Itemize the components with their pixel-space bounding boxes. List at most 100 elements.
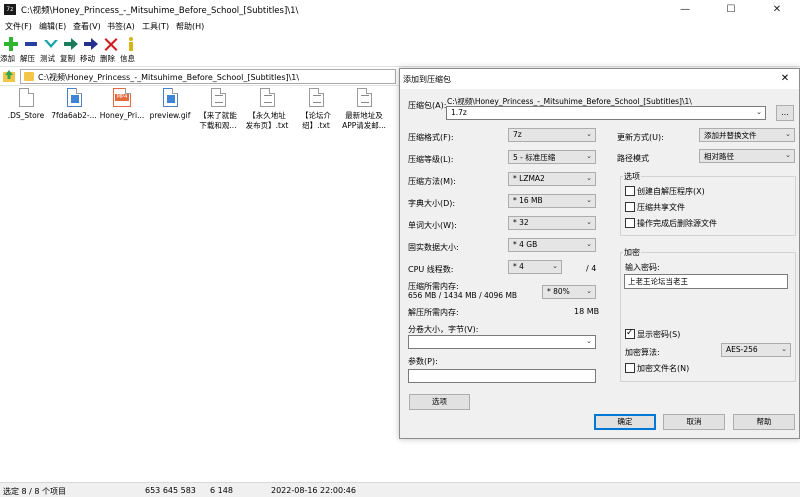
menu-view[interactable]: 查看(V) xyxy=(73,21,101,32)
create-sfx-checkbox[interactable]: 创建自解压程序(X) xyxy=(625,186,705,197)
method-select[interactable]: * LZMA2 ⌄ xyxy=(508,172,596,186)
add-icon xyxy=(0,36,22,52)
checkbox-box xyxy=(625,218,635,228)
delete-button[interactable]: 删除 xyxy=(100,36,122,63)
menu-tools[interactable]: 工具(T) xyxy=(142,21,169,32)
word-size-label: 单词大小(W): xyxy=(408,221,457,230)
level-select[interactable]: 5 - 标准压缩 ⌄ xyxy=(508,150,596,164)
method-label: 压缩方法(M): xyxy=(408,177,456,186)
info-button[interactable]: 信息 xyxy=(120,36,142,63)
add-button[interactable]: 添加 xyxy=(0,36,22,63)
path-mode-select[interactable]: 相对路径 ⌄ xyxy=(699,149,795,163)
folder-icon xyxy=(24,72,34,81)
status-size: 653 645 583 xyxy=(145,486,196,495)
encrypt-names-checkbox[interactable]: 加密文件名(N) xyxy=(625,363,689,374)
show-password-label: 显示密码(S) xyxy=(637,330,681,339)
title-bar: 7z C:\视频\Honey_Princess_-_Mitsuhime_Befo… xyxy=(0,0,800,20)
dictionary-select[interactable]: * 16 MB ⌄ xyxy=(508,194,596,208)
maximize-button[interactable]: ☐ xyxy=(708,0,754,20)
update-mode-label: 更新方式(U): xyxy=(617,133,664,142)
file-item[interactable]: MP4 Honey_Pri... xyxy=(98,86,146,121)
update-mode-value: 添加并替换文件 xyxy=(704,131,757,140)
solid-size-label: 固实数据大小: xyxy=(408,243,459,252)
create-sfx-label: 创建自解压程序(X) xyxy=(637,187,705,196)
dialog-close-button[interactable]: ✕ xyxy=(771,69,799,89)
text-file-icon xyxy=(259,88,275,107)
delete-after-checkbox[interactable]: 操作完成后删除源文件 xyxy=(625,218,717,229)
up-folder-icon[interactable] xyxy=(2,69,16,83)
file-item[interactable]: 【永久地址 发布页】.txt xyxy=(243,86,291,131)
parameters-input[interactable] xyxy=(408,369,596,383)
image-file-icon xyxy=(162,88,178,107)
menu-help[interactable]: 帮助(H) xyxy=(176,21,204,32)
chevron-down-icon: ⌄ xyxy=(586,218,592,226)
close-button[interactable]: ✕ xyxy=(754,0,800,20)
cpu-threads-total: / 4 xyxy=(586,264,597,273)
parameters-label: 参数(P): xyxy=(408,357,438,366)
status-packed: 6 148 xyxy=(210,486,233,495)
cpu-threads-select[interactable]: * 4 ⌄ xyxy=(508,260,562,274)
encryption-method-select[interactable]: AES-256 ⌄ xyxy=(721,343,791,357)
file-item[interactable]: 【论坛介 绍】.txt xyxy=(292,86,340,131)
status-selection: 选定 8 / 8 个项目 xyxy=(3,487,67,496)
encryption-group-title: 加密 xyxy=(623,247,641,258)
menu-file[interactable]: 文件(F) xyxy=(5,21,32,32)
move-icon xyxy=(80,36,102,52)
menu-bar: 文件(F) 编辑(E) 查看(V) 书签(A) 工具(T) 帮助(H) xyxy=(0,20,800,35)
dictionary-value: * 16 MB xyxy=(513,196,543,205)
password-input[interactable]: 上老王论坛当老王 xyxy=(624,274,788,289)
checkbox-checked xyxy=(625,328,635,339)
format-value: 7z xyxy=(513,130,522,139)
video-file-icon: MP4 xyxy=(113,88,131,107)
cancel-button[interactable]: 取消 xyxy=(663,414,725,430)
chevron-down-icon: ⌄ xyxy=(586,196,592,204)
help-button[interactable]: 帮助 xyxy=(733,414,795,430)
word-size-select[interactable]: * 32 ⌄ xyxy=(508,216,596,230)
address-input[interactable]: C:\视频\Honey_Princess_-_Mitsuhime_Before_… xyxy=(20,69,396,84)
copy-button[interactable]: 复制 xyxy=(60,36,82,63)
file-name: preview.gif xyxy=(149,111,191,120)
split-size-combo[interactable]: ⌄ xyxy=(408,335,596,349)
text-file-icon xyxy=(210,88,226,107)
extract-button[interactable]: 解压 xyxy=(20,36,42,63)
minimize-button[interactable]: — xyxy=(662,0,708,20)
path-mode-value: 相对路径 xyxy=(704,152,734,161)
file-item[interactable]: .DS_Store xyxy=(2,86,50,121)
ok-button[interactable]: 确定 xyxy=(594,414,656,430)
status-bar: 选定 8 / 8 个项目 653 645 583 6 148 2022-08-1… xyxy=(0,482,800,497)
file-icon xyxy=(18,88,34,107)
menu-bookmarks[interactable]: 书签(A) xyxy=(107,21,135,32)
checkbox-box xyxy=(625,202,635,212)
file-name: 7fda6ab2-... xyxy=(51,111,97,120)
delete-icon xyxy=(100,36,122,52)
menu-edit[interactable]: 编辑(E) xyxy=(39,21,66,32)
move-button[interactable]: 移动 xyxy=(80,36,102,63)
show-password-checkbox[interactable]: 显示密码(S) xyxy=(625,328,681,340)
file-item[interactable]: 最新地址及 APP请发邮... xyxy=(340,86,388,131)
options-group-title: 选项 xyxy=(623,171,641,182)
delete-after-label: 操作完成后删除源文件 xyxy=(637,219,717,228)
file-item[interactable]: preview.gif xyxy=(146,86,194,121)
cpu-threads-value: * 4 xyxy=(513,262,524,271)
compress-shared-checkbox[interactable]: 压缩共享文件 xyxy=(625,202,685,213)
copy-label: 复制 xyxy=(60,54,75,63)
dialog-title-bar: 添加到压缩包 ✕ xyxy=(400,69,799,89)
archive-name-combo[interactable]: 1.7z ⌄ xyxy=(446,106,766,120)
text-file-icon xyxy=(308,88,324,107)
password-value: 上老王论坛当老王 xyxy=(628,277,688,286)
checkbox-box xyxy=(625,363,635,373)
browse-button[interactable]: ... xyxy=(776,105,794,121)
update-mode-select[interactable]: 添加并替换文件 ⌄ xyxy=(699,128,795,142)
file-item[interactable]: 【来了就能 下载和观... xyxy=(194,86,242,131)
compress-memory-detail: 656 MB / 1434 MB / 4096 MB xyxy=(408,291,518,300)
test-button[interactable]: 测试 xyxy=(40,36,62,63)
chevron-down-icon: ⌄ xyxy=(586,174,592,182)
delete-label: 删除 xyxy=(100,54,115,63)
file-name: 最新地址及 APP请发邮... xyxy=(342,111,386,130)
solid-size-select[interactable]: * 4 GB ⌄ xyxy=(508,238,596,252)
extract-icon xyxy=(20,36,42,52)
format-select[interactable]: 7z ⌄ xyxy=(508,128,596,142)
options-button[interactable]: 选项 xyxy=(409,394,470,410)
memory-usage-select[interactable]: * 80% ⌄ xyxy=(542,285,596,299)
file-item[interactable]: 7fda6ab2-... xyxy=(50,86,98,121)
